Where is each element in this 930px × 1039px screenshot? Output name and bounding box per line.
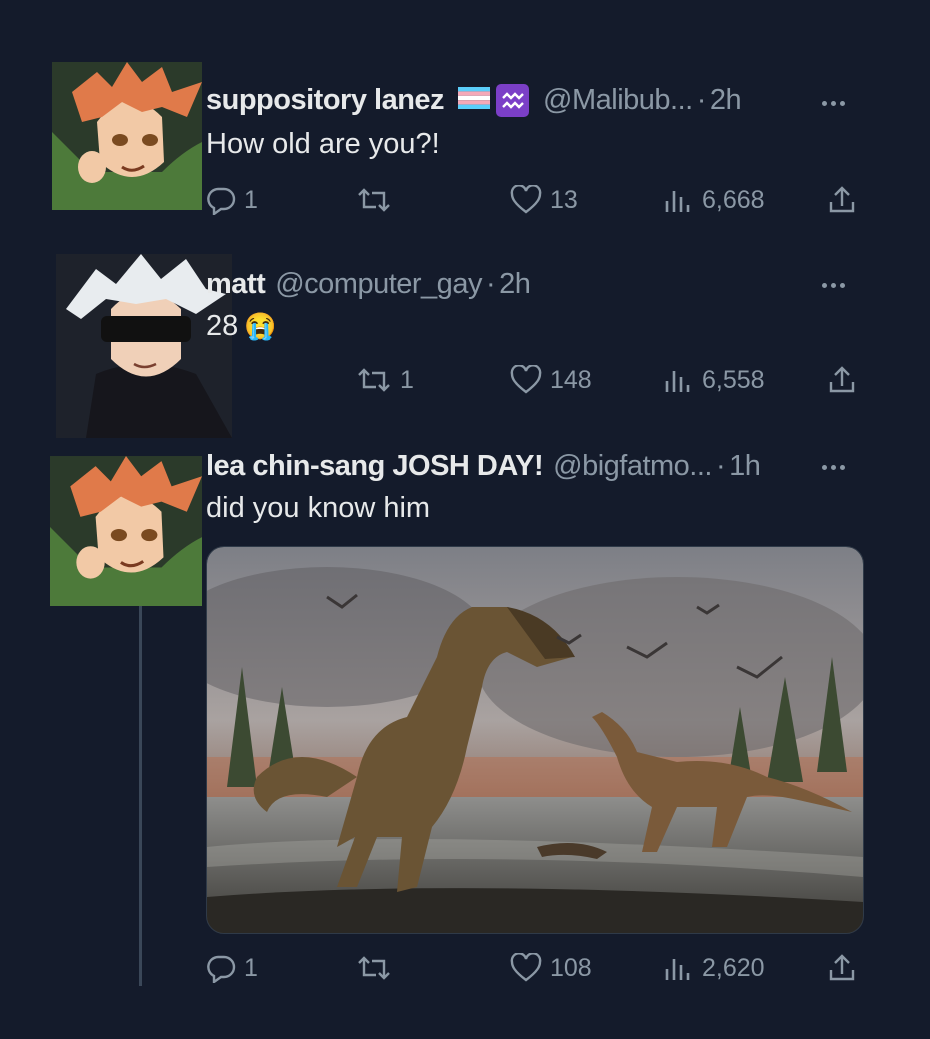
tweet-header: suppository lanez @Malibub... · 2h	[206, 84, 742, 117]
handle[interactable]: @computer_gay	[275, 268, 482, 301]
like-button[interactable]: 13	[510, 180, 578, 220]
crying-emoji: 😭	[244, 311, 277, 341]
share-button[interactable]	[826, 180, 858, 220]
views-button[interactable]: 6,668	[662, 180, 765, 220]
dinosaur-illustration	[207, 547, 863, 933]
like-count: 148	[550, 365, 592, 394]
views-icon	[665, 371, 690, 392]
timestamp[interactable]: 2h	[499, 268, 531, 301]
trans-flag-icon	[458, 84, 491, 117]
retweet-count: 1	[400, 365, 414, 394]
action-bar: 1 108 2,620	[0, 948, 930, 988]
timestamp[interactable]: 2h	[710, 84, 742, 117]
more-icon[interactable]	[822, 465, 845, 470]
share-icon	[829, 366, 855, 393]
tweet-text-content: 28	[206, 310, 239, 342]
retweet-button[interactable]	[356, 180, 400, 220]
action-bar: 1 13 6,668	[0, 180, 930, 220]
tweet-image[interactable]	[206, 546, 864, 934]
retweet-icon	[358, 368, 390, 392]
aquarius-icon	[496, 84, 530, 117]
like-icon	[510, 953, 542, 982]
retweet-button[interactable]	[356, 948, 400, 988]
tweet-text: How old are you?!	[206, 128, 440, 160]
action-bar: 1 148 6,558	[0, 360, 930, 400]
like-button[interactable]: 108	[510, 948, 592, 988]
share-icon	[829, 954, 855, 981]
views-count: 2,620	[702, 953, 765, 982]
share-icon	[829, 186, 855, 213]
display-name[interactable]: matt	[206, 268, 266, 301]
like-icon	[510, 185, 542, 214]
more-icon[interactable]	[822, 101, 845, 106]
reply-count: 1	[244, 185, 258, 214]
tweet-text: did you know him	[206, 492, 431, 524]
retweet-icon	[358, 956, 390, 980]
reply-button[interactable]: 1	[206, 180, 258, 220]
avatar[interactable]	[50, 455, 202, 607]
share-button[interactable]	[826, 360, 858, 400]
views-icon	[665, 959, 690, 980]
tweet-header: matt @computer_gay · 2h	[206, 268, 531, 301]
display-name[interactable]: suppository lanez	[206, 84, 445, 117]
tweet-header: lea chin-sang JOSH DAY! @bigfatmo... · 1…	[206, 450, 761, 483]
reply-count: 1	[244, 953, 258, 982]
views-icon	[665, 191, 690, 212]
views-count: 6,668	[702, 185, 765, 214]
separator: ·	[696, 84, 707, 116]
tweet-text: 28 😭	[206, 310, 277, 343]
views-button[interactable]: 6,558	[662, 360, 765, 400]
views-button[interactable]: 2,620	[662, 948, 765, 988]
retweet-icon	[358, 188, 390, 212]
reply-button[interactable]: 1	[206, 948, 258, 988]
handle[interactable]: @Malibub...	[543, 84, 693, 117]
like-count: 13	[550, 185, 578, 214]
separator: ·	[485, 268, 496, 300]
views-count: 6,558	[702, 365, 765, 394]
like-icon	[510, 365, 542, 394]
like-count: 108	[550, 953, 592, 982]
share-button[interactable]	[826, 948, 858, 988]
retweet-button[interactable]: 1	[356, 360, 414, 400]
timestamp[interactable]: 1h	[729, 450, 761, 483]
handle[interactable]: @bigfatmo...	[553, 450, 712, 483]
display-name[interactable]: lea chin-sang JOSH DAY!	[206, 450, 544, 483]
separator: ·	[715, 450, 726, 482]
thread-line	[139, 606, 142, 986]
reply-icon	[207, 955, 236, 983]
more-icon[interactable]	[822, 283, 845, 288]
reply-icon	[207, 187, 236, 215]
like-button[interactable]: 148	[510, 360, 592, 400]
